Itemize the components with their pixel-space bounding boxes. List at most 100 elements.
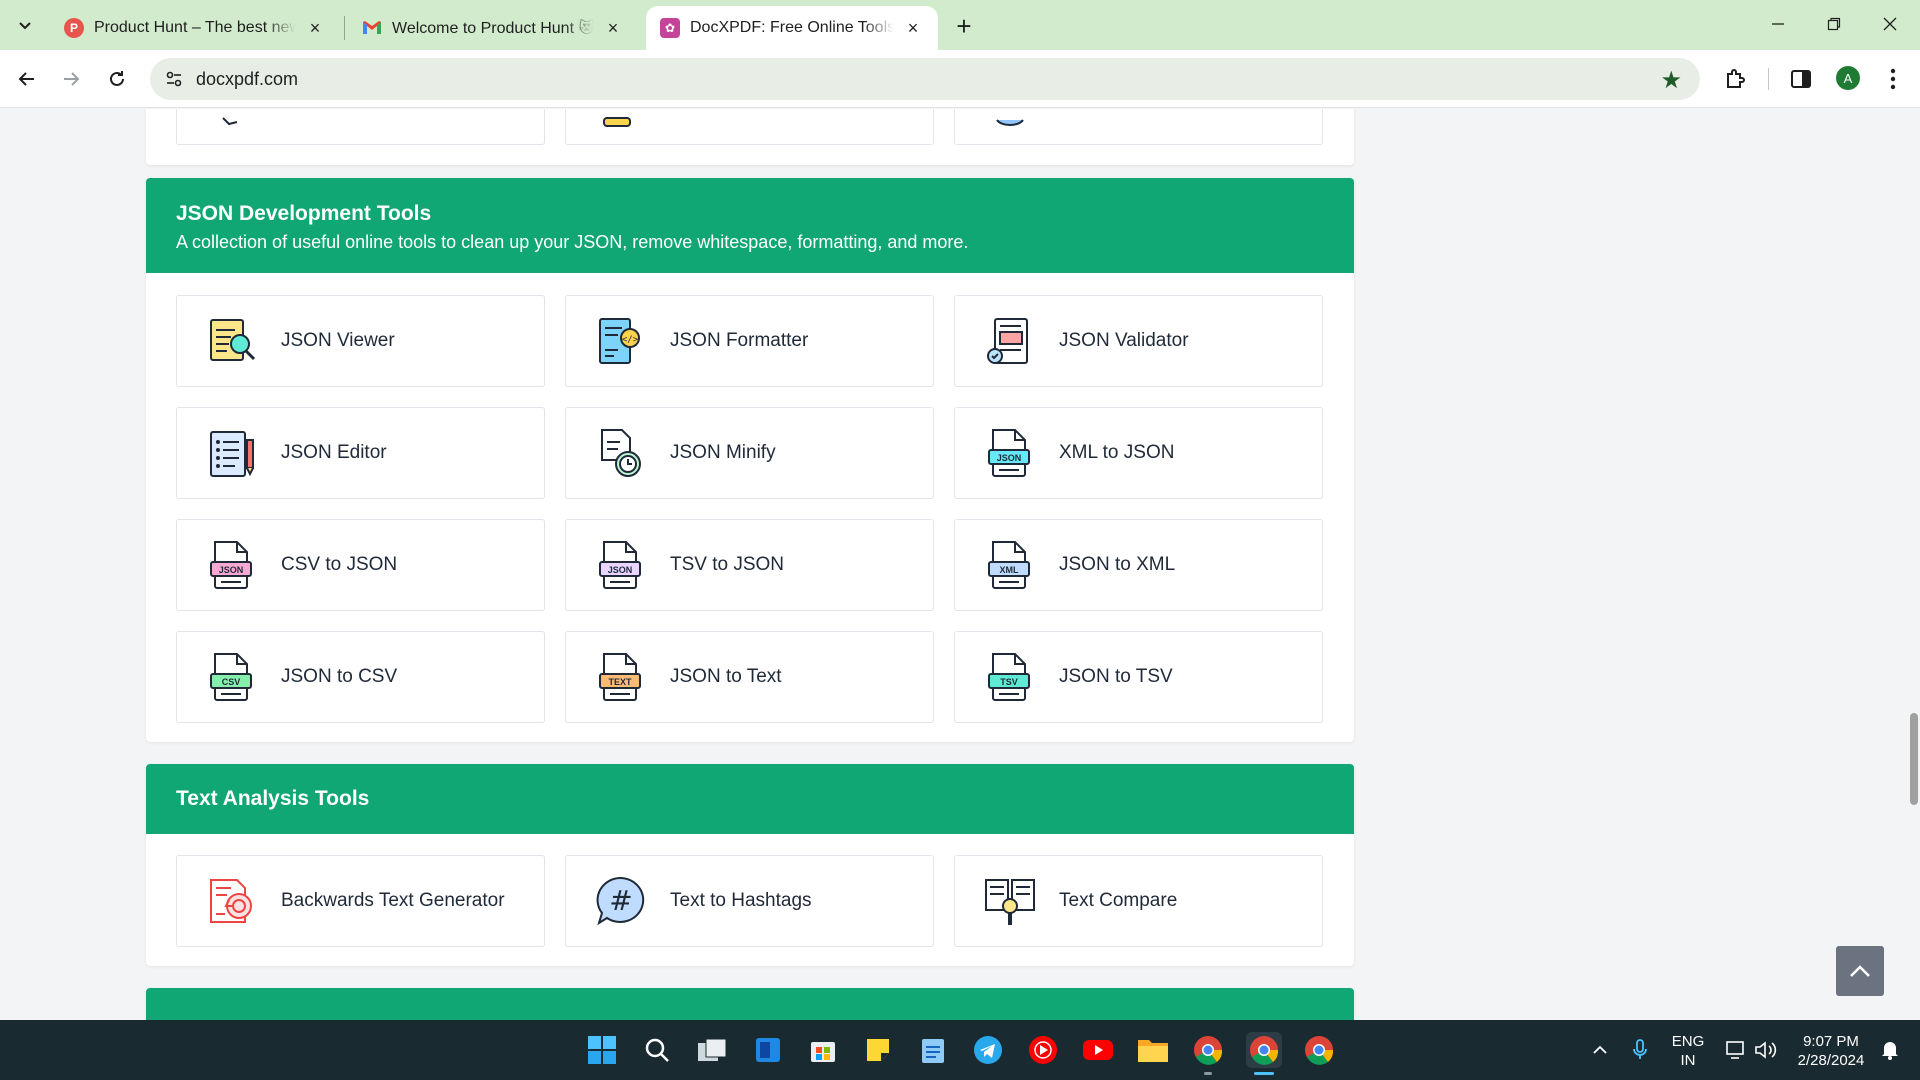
- tool-card[interactable]: [954, 109, 1323, 145]
- telegram-icon: [974, 1036, 1002, 1064]
- chrome-profile-3-button[interactable]: [1301, 1032, 1337, 1068]
- site-settings-icon[interactable]: [164, 69, 184, 89]
- widgets-button[interactable]: [750, 1032, 786, 1068]
- file-badge: TEXT: [608, 677, 632, 687]
- text-compare-icon: [985, 879, 1035, 925]
- tool-backwards-text-generator[interactable]: Backwards Text Generator: [176, 855, 545, 947]
- tray-overflow-button[interactable]: [1582, 1032, 1618, 1068]
- json-to-text-icon: TEXT: [599, 653, 641, 701]
- tool-label: Text to Hashtags: [670, 890, 812, 911]
- store-icon: [811, 1042, 835, 1062]
- notifications-button[interactable]: [1872, 1032, 1908, 1068]
- page-viewport: JSON Development Tools A collection of u…: [0, 109, 1920, 1020]
- browser-menu-button[interactable]: [1878, 64, 1908, 94]
- tool-csv-to-json[interactable]: JSON CSV to JSON: [176, 519, 545, 611]
- json-to-xml-icon: XML: [988, 541, 1030, 589]
- file-explorer-button[interactable]: [1135, 1032, 1171, 1068]
- tool-json-formatter[interactable]: </> JSON Formatter: [565, 295, 934, 387]
- tool-label: CSV to JSON: [281, 554, 398, 575]
- kebab-menu-icon: [1890, 68, 1896, 90]
- tab-title: DocXPDF: Free Online Tools • Free: [690, 19, 894, 36]
- tool-label: Backwards Text Generator: [281, 890, 505, 911]
- forward-button[interactable]: [54, 62, 88, 96]
- scroll-to-top-button[interactable]: [1836, 946, 1884, 996]
- network-icon: [1726, 1041, 1744, 1059]
- chrome-profile-1-button[interactable]: [1190, 1032, 1226, 1068]
- bookmark-star-icon[interactable]: ★: [1660, 66, 1682, 95]
- address-text[interactable]: docxpdf.com: [196, 69, 298, 90]
- sticky-notes-button[interactable]: [860, 1032, 896, 1068]
- reload-button[interactable]: [100, 62, 134, 96]
- new-tab-button[interactable]: +: [948, 10, 980, 42]
- tool-json-viewer[interactable]: JSON Viewer: [176, 295, 545, 387]
- tab-docxpdf[interactable]: ✿ DocXPDF: Free Online Tools • Free ×: [646, 6, 938, 50]
- tool-json-to-xml[interactable]: XML JSON to XML: [954, 519, 1323, 611]
- profile-avatar[interactable]: A: [1836, 66, 1860, 90]
- task-view-button[interactable]: [694, 1032, 730, 1068]
- section-title: JSON Development Tools: [176, 202, 432, 225]
- tool-json-to-csv[interactable]: CSV JSON to CSV: [176, 631, 545, 723]
- volume-button[interactable]: [1748, 1032, 1784, 1068]
- tool-text-compare[interactable]: Text Compare: [954, 855, 1323, 947]
- extensions-button[interactable]: [1721, 64, 1751, 94]
- browser-toolbar: docxpdf.com ★: [0, 50, 1920, 108]
- minimize-button[interactable]: [1750, 0, 1806, 48]
- gmail-icon: [362, 18, 382, 38]
- tab-close-button[interactable]: ×: [602, 17, 624, 39]
- sticky-notes-icon: [867, 1039, 889, 1061]
- microphone-button[interactable]: [1622, 1032, 1658, 1068]
- notepad-button[interactable]: [915, 1032, 951, 1068]
- restore-button[interactable]: [1806, 0, 1862, 48]
- tab-title: Welcome to Product Hunt 😻 -: [392, 20, 594, 37]
- tool-label: JSON to CSV: [281, 666, 398, 687]
- backwards-text-icon: [210, 879, 252, 923]
- tool-card[interactable]: [176, 109, 545, 145]
- page-scrollbar-thumb[interactable]: [1910, 713, 1918, 805]
- tab-close-button[interactable]: ×: [304, 17, 326, 39]
- tool-icon: [222, 117, 238, 126]
- tool-label: Text Compare: [1059, 890, 1178, 911]
- tool-label: JSON Viewer: [281, 330, 395, 351]
- tool-label: JSON Formatter: [670, 330, 809, 351]
- tool-json-editor[interactable]: JSON Editor: [176, 407, 545, 499]
- tab-product-hunt[interactable]: P Product Hunt – The best new products ×: [50, 6, 340, 50]
- back-button[interactable]: [10, 62, 44, 96]
- address-bar[interactable]: docxpdf.com ★: [150, 58, 1700, 100]
- tab-gmail[interactable]: Welcome to Product Hunt 😻 - ×: [348, 6, 638, 50]
- tool-xml-to-json[interactable]: JSON XML to JSON: [954, 407, 1323, 499]
- json-formatter-icon: </>: [599, 318, 640, 364]
- chrome-profile-2-button[interactable]: [1246, 1032, 1282, 1068]
- tool-json-to-tsv[interactable]: TSV JSON to TSV: [954, 631, 1323, 723]
- clock[interactable]: 9:07 PM 2/28/2024: [1790, 1032, 1872, 1070]
- clock-date: 2/28/2024: [1797, 1052, 1865, 1069]
- next-section: [146, 988, 1354, 1020]
- active-indicator: [1254, 1072, 1274, 1075]
- language-code: ENG: [1671, 1033, 1705, 1050]
- tool-text-to-hashtags[interactable]: # Text to Hashtags: [565, 855, 934, 947]
- svg-text:#: #: [609, 884, 632, 917]
- close-window-button[interactable]: [1862, 0, 1918, 48]
- youtube-button[interactable]: [1080, 1032, 1116, 1068]
- youtube-music-button[interactable]: [1025, 1032, 1061, 1068]
- tool-card[interactable]: [565, 109, 934, 145]
- taskbar-search-button[interactable]: [639, 1032, 675, 1068]
- tool-tsv-to-json[interactable]: JSON TSV to JSON: [565, 519, 934, 611]
- microsoft-store-button[interactable]: [805, 1032, 841, 1068]
- svg-text:</>: </>: [622, 335, 639, 345]
- toolbar-divider: [1768, 68, 1769, 90]
- language-indicator[interactable]: ENG IN: [1664, 1032, 1712, 1070]
- tool-label: JSON Validator: [1059, 330, 1189, 351]
- text-analysis-section: Text Analysis Tools Backwards Text Gener…: [146, 764, 1354, 966]
- tab-title: Product Hunt – The best new products: [94, 19, 296, 36]
- notepad-icon: [922, 1039, 944, 1063]
- side-panel-button[interactable]: [1786, 64, 1816, 94]
- telegram-button[interactable]: [970, 1032, 1006, 1068]
- tab-close-button[interactable]: ×: [902, 17, 924, 39]
- windows-icon: [588, 1036, 616, 1064]
- tab-search-button[interactable]: [8, 8, 42, 42]
- tool-json-validator[interactable]: JSON Validator: [954, 295, 1323, 387]
- start-button[interactable]: [584, 1032, 620, 1068]
- tool-json-minify[interactable]: JSON Minify: [565, 407, 934, 499]
- file-badge: CSV: [222, 677, 241, 687]
- tool-json-to-text[interactable]: TEXT JSON to Text: [565, 631, 934, 723]
